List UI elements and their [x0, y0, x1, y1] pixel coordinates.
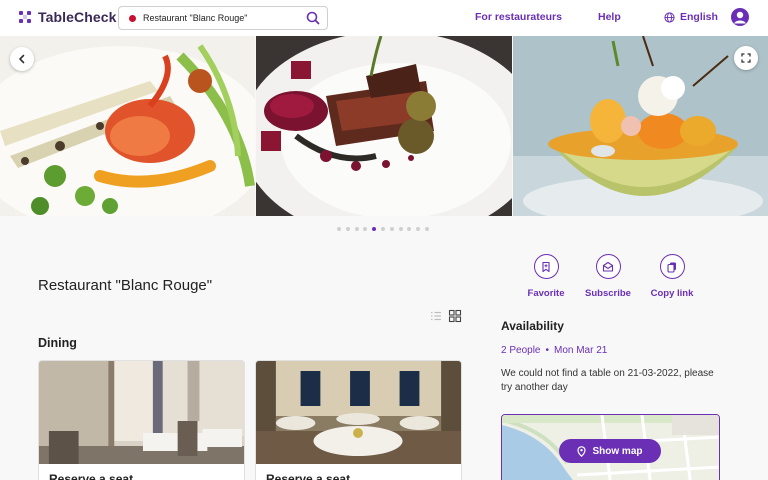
tablecheck-logo-icon [19, 11, 31, 23]
dining-card[interactable]: Reserve a seat [38, 360, 245, 480]
chevron-left-icon [19, 54, 25, 64]
carousel-dot[interactable] [389, 227, 394, 231]
favorite-button[interactable]: Favorite [511, 254, 581, 299]
availability-selector[interactable]: 2 People • Mon Mar 21 [501, 345, 607, 356]
dining-room-photo [39, 361, 244, 464]
dining-card-label: Reserve a seat [49, 472, 134, 480]
copy-link-circle [659, 254, 685, 279]
grid-view-icon[interactable] [448, 309, 462, 323]
separator: • [545, 345, 549, 356]
globe-icon [664, 11, 675, 23]
user-avatar[interactable] [731, 8, 749, 26]
carousel-dot[interactable] [407, 227, 412, 231]
fullscreen-button[interactable] [734, 46, 758, 70]
favorite-label: Favorite [527, 288, 565, 299]
subscribe-button[interactable]: Subscribe [573, 254, 643, 299]
carousel-dot[interactable] [345, 227, 350, 231]
copy-link-label: Copy link [650, 288, 694, 299]
dessert-photo-melon [513, 36, 768, 216]
carousel-dot[interactable] [363, 227, 368, 231]
carousel-dot[interactable] [354, 227, 359, 231]
show-map-label: Show map [592, 445, 643, 457]
dining-card[interactable]: Reserve a seat [255, 360, 462, 480]
language-label: English [680, 11, 718, 23]
carousel-indicator [337, 227, 429, 231]
for-restaurateurs-link[interactable]: For restaurateurs [475, 11, 562, 23]
user-icon [734, 11, 746, 24]
restaurant-name: Restaurant "Blanc Rouge" [38, 277, 213, 294]
show-map-button[interactable]: Show map [559, 439, 661, 463]
carousel-dot-active[interactable] [372, 227, 377, 231]
list-view-icon[interactable] [429, 309, 443, 323]
availability-title: Availability [501, 319, 564, 333]
availability-message: We could not find a table on 21-03-2022,… [501, 368, 714, 393]
carousel-prev-button[interactable] [10, 47, 34, 71]
party-size[interactable]: 2 People [501, 345, 540, 356]
japan-flag-icon [125, 11, 139, 25]
photo-carousel[interactable] [0, 36, 768, 216]
carousel-dot[interactable] [416, 227, 421, 231]
subscribe-circle [595, 254, 621, 279]
top-header: TableCheck Restaurant "Blanc Rouge" For … [0, 0, 768, 36]
dish-photo-beef [256, 36, 512, 216]
carousel-dot[interactable] [424, 227, 429, 231]
bookmark-icon [542, 261, 550, 272]
carousel-dot[interactable] [380, 227, 385, 231]
mail-icon [602, 261, 614, 272]
language-selector[interactable]: English [664, 11, 718, 23]
favorite-circle [533, 254, 559, 279]
carousel-dot[interactable] [398, 227, 403, 231]
selected-date[interactable]: Mon Mar 21 [554, 345, 607, 356]
brand-name: TableCheck [38, 9, 117, 25]
expand-icon [741, 53, 751, 63]
banquet-hall-photo [256, 361, 461, 464]
help-link[interactable]: Help [598, 11, 621, 23]
dining-section-title: Dining [38, 336, 77, 350]
copy-link-button[interactable]: Copy link [637, 254, 707, 299]
dining-card-label: Reserve a seat [266, 472, 351, 480]
dish-photo-lobster [0, 36, 255, 216]
copy-icon [667, 262, 676, 273]
subscribe-label: Subscribe [585, 288, 631, 299]
search-input[interactable]: Restaurant "Blanc Rouge" [118, 6, 328, 30]
carousel-dot[interactable] [337, 227, 341, 231]
search-value: Restaurant "Blanc Rouge" [143, 13, 248, 23]
search-icon[interactable] [305, 10, 321, 26]
map-pin-icon [577, 445, 587, 457]
tablecheck-logo[interactable]: TableCheck [18, 9, 117, 25]
